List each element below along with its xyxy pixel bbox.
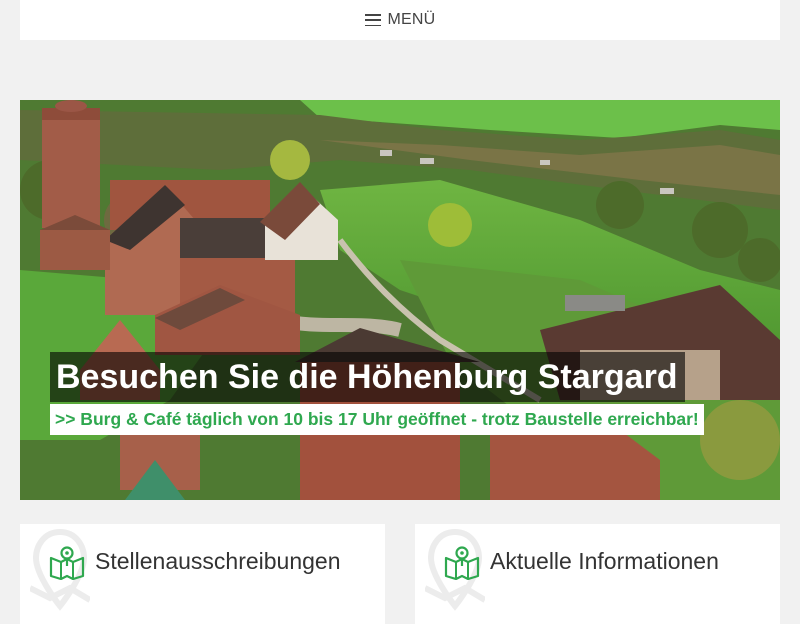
card-title: Aktuelle Informationen [490,548,719,574]
top-navbar: MENÜ [20,0,780,40]
menu-toggle-button[interactable]: MENÜ [364,11,436,29]
hero-subtitle-link[interactable]: >> Burg & Café täglich von 10 bis 17 Uhr… [50,404,704,435]
card-title: Stellenausschreibungen [95,548,341,574]
hero-photo-castle [20,100,780,500]
hero-title: Besuchen Sie die Höhenburg Stargard [50,352,685,402]
map-pin-icon [444,546,480,580]
menu-label: MENÜ [387,11,436,28]
card-aktuelle-informationen[interactable]: Aktuelle Informationen [415,524,780,624]
card-stellenausschreibungen[interactable]: Stellenausschreibungen [20,524,385,624]
map-pin-icon [49,546,85,580]
hamburger-icon [364,14,381,26]
hero-banner: Besuchen Sie die Höhenburg Stargard >> B… [20,100,780,500]
